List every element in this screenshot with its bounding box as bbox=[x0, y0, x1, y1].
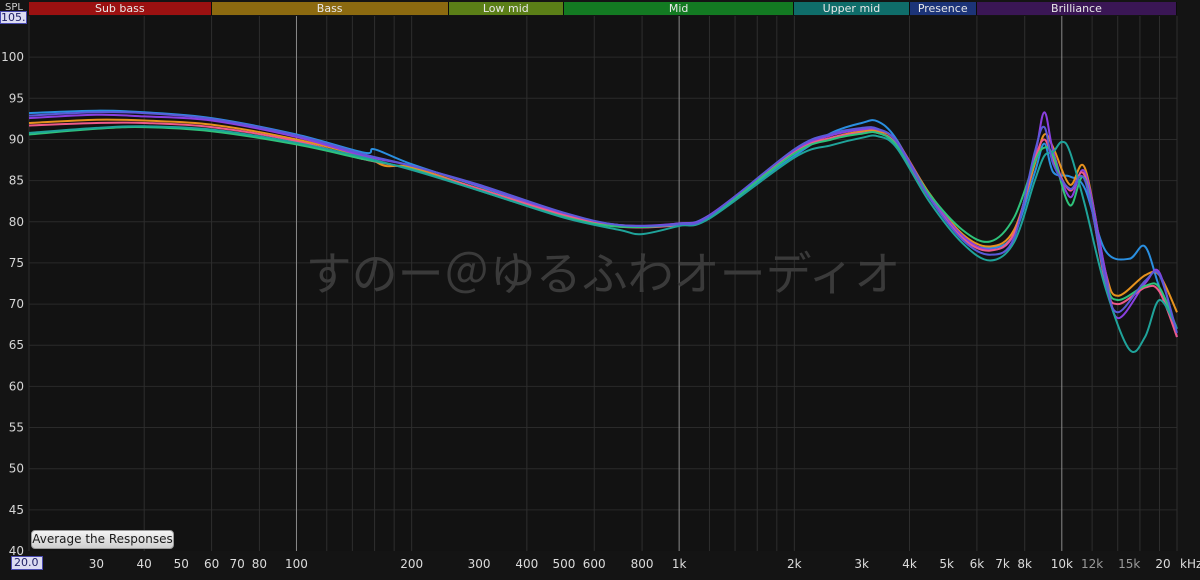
y-tick-label: 40 bbox=[9, 544, 24, 558]
x-tick-label: 30 bbox=[89, 557, 104, 571]
x-tick-label: 80 bbox=[252, 557, 267, 571]
x-tick-label: 400 bbox=[515, 557, 538, 571]
x-tick-label: 4k bbox=[902, 557, 917, 571]
y-tick-label: 100 bbox=[1, 50, 24, 64]
x-tick-label: 12k bbox=[1081, 557, 1103, 571]
watermark: すのー＠ゆるふわオーディオ bbox=[306, 247, 901, 301]
x-tick-label: 800 bbox=[631, 557, 654, 571]
y-tick-label: 65 bbox=[9, 338, 24, 352]
y-tick-label: 95 bbox=[9, 91, 24, 105]
x-tick-label: 300 bbox=[468, 557, 491, 571]
x-tick-label: 7k bbox=[995, 557, 1010, 571]
y-tick-label: 45 bbox=[9, 503, 24, 517]
y-tick-label: 80 bbox=[9, 215, 24, 229]
y-tick-label: 55 bbox=[9, 421, 24, 435]
x-tick-label: 500 bbox=[552, 557, 575, 571]
x-tick-label: 50 bbox=[174, 557, 189, 571]
y-tick-label: 85 bbox=[9, 174, 24, 188]
x-tick-labels: 30 40 50 60 70 80 100 200 300 400 500 600 800 1k 2k 3k 4… bbox=[89, 557, 1171, 571]
average-responses-button[interactable]: Average the Responses bbox=[31, 530, 174, 549]
x-tick-label: 5k bbox=[939, 557, 954, 571]
x-tick-label: 1k bbox=[672, 557, 687, 571]
x-tick-label: 3k bbox=[854, 557, 869, 571]
x-tick-label: 60 bbox=[204, 557, 219, 571]
y-tick-label: 60 bbox=[9, 379, 24, 393]
x-tick-label: 20 bbox=[1155, 557, 1170, 571]
x-tick-label: 100 bbox=[285, 557, 308, 571]
y-tick-label: 50 bbox=[9, 462, 24, 476]
x-tick-label: 15k bbox=[1118, 557, 1140, 571]
y-tick-label: 75 bbox=[9, 256, 24, 270]
x-tick-label: 40 bbox=[137, 557, 152, 571]
y-tick-label: 90 bbox=[9, 132, 24, 146]
x-tick-label: 8k bbox=[1017, 557, 1032, 571]
x-tick-label: 70 bbox=[230, 557, 245, 571]
frequency-response-chart: すのー＠ゆるふわオーディオ 100 95 90 85 80 75 70 65 60 55 50 45 4… bbox=[1, 16, 1178, 571]
y-tick-label: 70 bbox=[9, 297, 24, 311]
x-tick-label: 2k bbox=[787, 557, 802, 571]
x-tick-label: 200 bbox=[400, 557, 423, 571]
x-tick-label: 10k bbox=[1051, 557, 1073, 571]
x-tick-label: 6k bbox=[970, 557, 985, 571]
y-tick-labels: 100 95 90 85 80 75 70 65 60 55 50 45 40 bbox=[1, 50, 24, 558]
x-tick-label: 600 bbox=[583, 557, 606, 571]
